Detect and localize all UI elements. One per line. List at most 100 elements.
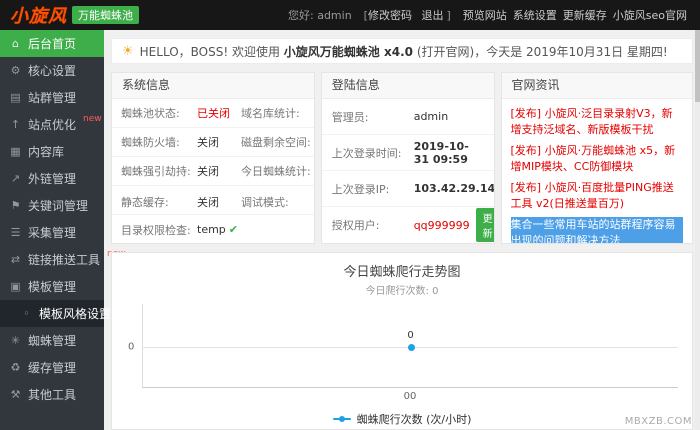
sidebar-item-link-push[interactable]: ⇄链接推送工具new <box>0 246 126 273</box>
main-content: ☀ HELLO，BOSS! 欢迎使用 小旋风万能蜘蛛池 x4.0 (打开官网)，… <box>104 30 700 430</box>
sidebar-item-other-tools[interactable]: ⚒ 其他工具 <box>0 381 104 408</box>
product-name: 小旋风万能蜘蛛池 x4.0 <box>283 44 413 59</box>
login-info-row: 管理员: admin <box>321 99 494 135</box>
gear-icon: ⚙ <box>10 64 21 77</box>
info-value: 103.42.29.141 <box>413 182 495 195</box>
sidebar-item-label: 站群管理 <box>28 91 77 105</box>
system-info-row: 目录权限检查: temp ✔ <box>112 215 314 243</box>
system-info-row: 蜘蛛池状态:已关闭域名库统计:1497 <box>112 99 314 128</box>
news-title: 官网资讯 <box>501 73 692 99</box>
news-item[interactable]: [发布] 小旋风·百度批量PING推送工具 v2(日推送量百万) <box>511 180 683 212</box>
info-label: 蜘蛛池状态: <box>121 107 180 120</box>
news-item[interactable]: [发布] 小旋风·泛目录录射V3，新增支持泛域名、新版模板干扰 <box>511 106 683 138</box>
system-settings-link[interactable]: 系统设置 <box>513 9 557 22</box>
official-site-link[interactable]: 小旋风seo官网 <box>613 9 687 22</box>
scrollbar-thumb[interactable] <box>695 30 700 102</box>
welcome-suffix: ，今天是 2019年10月31日 星期四! <box>474 44 668 59</box>
system-info-panel: 系统信息 蜘蛛池状态:已关闭域名库统计:1497蜘蛛防火墙:关闭磁盘剩余空间:6… <box>111 72 315 244</box>
sidebar-item-spider[interactable]: ✳ 蜘蛛管理 <box>0 327 104 354</box>
push-icon: ⇄ <box>10 253 21 266</box>
system-info-row: 蜘蛛强引劫持:关闭今日蜘蛛统计:0 <box>112 157 314 186</box>
sidebar-item-label: 模板风格设置 <box>39 307 112 321</box>
info-value: 已关闭 <box>197 107 230 120</box>
header-nav: 您好: admin [修改密码 退出] 预览网站 系统设置 更新缓存 小旋风seo官网 <box>288 7 690 23</box>
info-value: qq999999 <box>413 218 470 232</box>
cache-icon: ♻ <box>10 361 21 374</box>
change-password-link[interactable]: 修改密码 <box>368 9 412 22</box>
news-item[interactable]: 集合一些常用车站的站群程序容易出现的问题和解决方法 <box>510 216 683 243</box>
info-label: 上次登录时间: <box>331 146 402 160</box>
login-info-row: 上次登录时间: 2019-10-31 09:59 <box>321 135 494 171</box>
collect-icon: ☰ <box>10 226 21 239</box>
sidebar-item-label: 后台首页 <box>28 37 77 51</box>
welcome-text: HELLO，BOSS! 欢迎使用 小旋风万能蜘蛛池 x4.0 (打开官网)，今天… <box>140 43 668 60</box>
sidebar-item-label: 链接推送工具 <box>28 253 101 267</box>
info-label: 蜘蛛强引劫持: <box>121 165 191 178</box>
scrollbar[interactable] <box>695 30 700 430</box>
welcome-prefix: HELLO，BOSS! 欢迎使用 <box>139 44 284 59</box>
login-info-panel: 登陆信息 管理员: admin 上次登录时间: 2019-10-31 09:59 上次登… <box>320 72 495 244</box>
check-icon: ✔ <box>228 223 238 236</box>
data-point-label: 0 <box>407 330 414 342</box>
info-label: 目录权限检查: <box>121 223 191 237</box>
preview-site-link[interactable]: 预览网站 <box>463 9 507 22</box>
info-value: 关闭 <box>197 136 219 149</box>
logo-badge: 万能蜘蛛池 <box>72 6 139 24</box>
info-label: 磁盘剩余空间: <box>241 136 311 149</box>
sidebar-item-label: 其他工具 <box>28 388 77 402</box>
new-badge: new <box>83 113 102 124</box>
login-info-table: 管理员: admin 上次登录时间: 2019-10-31 09:59 上次登录IP: 1… <box>321 99 495 243</box>
system-info-row: 静态缓存:关闭调试模式:关闭 <box>112 186 314 215</box>
template-icon: ▣ <box>10 280 21 293</box>
chart-subtitle: 今日爬行次数: 0 <box>365 286 439 297</box>
sidebar-item-keywords[interactable]: ⚑ 关键词管理 <box>0 192 104 219</box>
info-label: 管理员: <box>331 110 369 124</box>
login-info-row: 上次登录IP: 103.42.29.141 <box>321 171 495 207</box>
info-value: 关闭 <box>197 165 219 178</box>
sidebar-item-label: 关键词管理 <box>28 199 89 213</box>
keyword-icon: ⚑ <box>10 199 21 212</box>
news-list: [发布] 小旋风·泛目录录射V3，新增支持泛域名、新版模板干扰 [发布] 小旋风·… <box>502 99 692 243</box>
external-link-icon: ↗ <box>10 172 21 185</box>
sun-icon: ☀ <box>122 43 134 59</box>
x-axis-tick: 00 <box>403 391 417 402</box>
info-value: admin <box>413 110 449 123</box>
optimize-icon: ↑ <box>10 118 21 131</box>
sidebar-item-external-links[interactable]: ↗ 外链管理 <box>0 165 104 192</box>
system-info-row: 蜘蛛防火墙:关闭磁盘剩余空间:69.54 GB <box>112 128 314 157</box>
info-label: 静态缓存: <box>121 196 169 209</box>
tools-icon: ⚒ <box>10 388 21 401</box>
login-info-title: 登陆信息 <box>321 73 494 99</box>
update-license-button[interactable]: 更新 <box>475 208 494 242</box>
spider-icon: ✳ <box>10 334 21 347</box>
data-point[interactable] <box>407 344 415 352</box>
info-label: 授权用户: <box>331 219 380 232</box>
sidebar-item-label: 内容库 <box>28 145 65 159</box>
welcome-bar: ☀ HELLO，BOSS! 欢迎使用 小旋风万能蜘蛛池 x4.0 (打开官网)，… <box>111 38 693 64</box>
info-value: 关闭 <box>197 196 219 209</box>
news-item[interactable]: [发布] 小旋风·万能蜘蛛池 x5，新增MIP模块、CC防御模块 <box>511 143 683 175</box>
legend-line-icon <box>332 416 351 422</box>
sidebar-item-home[interactable]: ⌂ 后台首页 <box>0 30 104 57</box>
sidebar-item-template-style[interactable]: ◦ 模板风格设置 <box>0 300 111 327</box>
logo-text: 小旋风 <box>10 6 67 27</box>
logout-link[interactable]: 退出 <box>421 9 443 22</box>
open-official-link[interactable]: (打开官网) <box>417 45 474 59</box>
chart-legend[interactable]: 蜘蛛爬行次数 (次/小时) <box>112 411 692 427</box>
site-group-icon: ▤ <box>10 91 21 104</box>
update-cache-link[interactable]: 更新缓存 <box>563 9 607 22</box>
sidebar-item-site-optimize[interactable]: ↑ 站点优化 new <box>0 111 104 138</box>
sidebar-item-content-library[interactable]: ▦ 内容库 <box>0 138 104 165</box>
sidebar-item-label: 蜘蛛管理 <box>28 334 77 348</box>
logo[interactable]: 小旋风 万能蜘蛛池 <box>10 2 139 28</box>
sidebar-item-cache[interactable]: ♻ 缓存管理 <box>0 354 104 381</box>
y-axis-tick: 0 <box>128 341 135 353</box>
sidebar-item-site-group[interactable]: ▤ 站群管理 <box>0 84 104 111</box>
sidebar-item-collection[interactable]: ☰ 采集管理 <box>0 219 104 246</box>
sidebar-item-core-settings[interactable]: ⚙ 核心设置 <box>0 57 104 84</box>
news-panel: 官网资讯 [发布] 小旋风·泛目录录射V3，新增支持泛域名、新版模板干扰 [发布]… <box>500 72 693 244</box>
sidebar-item-label: 模板管理 <box>28 280 77 294</box>
system-info-title: 系统信息 <box>112 73 314 99</box>
chart-panel: 今日蜘蛛爬行走势图 今日爬行次数: 0 0 0 00 蜘蛛爬行次数 (次/小时) <box>111 252 693 430</box>
sidebar-item-template[interactable]: ▣ 模板管理 <box>0 273 104 300</box>
